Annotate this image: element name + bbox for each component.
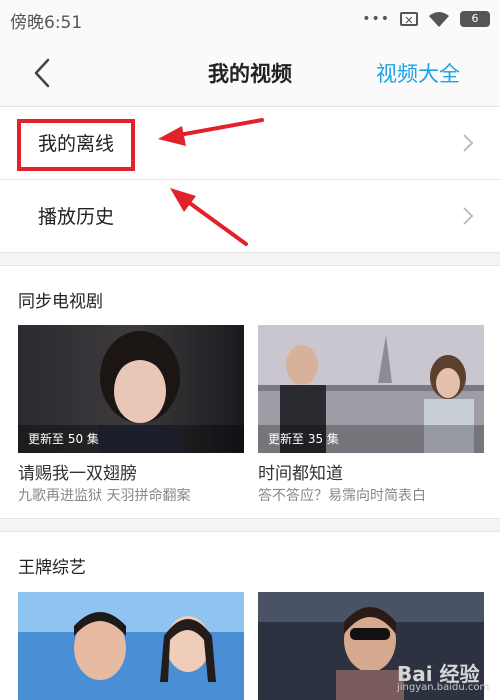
video-thumbnail: 更新至 50 集 <box>18 325 244 453</box>
no-sim-icon: ✕ <box>400 12 418 27</box>
baidu-watermark: Bai 经验 jingyan.baidu.com <box>397 658 492 698</box>
video-subtitle: 答不答应？易霈向时简表白 <box>258 488 426 504</box>
episode-badge: 更新至 35 集 <box>268 432 339 446</box>
status-bar: 傍晚6:51 ••• ✕ 6 <box>0 0 500 40</box>
section-gap <box>0 252 500 266</box>
chevron-right-icon <box>463 207 474 225</box>
episode-badge: 更新至 50 集 <box>28 432 99 446</box>
section-gap <box>0 518 500 532</box>
nav-bar: 我的视频 视频大全 <box>0 40 500 107</box>
wifi-icon <box>429 12 449 27</box>
watermark-url: jingyan.baidu.com <box>397 682 490 693</box>
video-thumbnail: 更新至 35 集 <box>258 325 484 453</box>
video-card[interactable]: 更新至 35 集 时间都知道 答不答应？易霈向时简表白 <box>258 325 484 504</box>
battery-icon: 6 <box>460 11 490 27</box>
status-icons: ••• ✕ 6 <box>362 9 490 29</box>
menu-item-history[interactable]: 播放历史 <box>0 180 500 252</box>
video-card[interactable] <box>18 592 244 700</box>
video-catalog-link[interactable]: 视频大全 <box>376 58 460 88</box>
menu-item-label: 播放历史 <box>38 206 115 228</box>
video-subtitle: 九歌再进监狱 天羽拼命翻案 <box>18 488 191 504</box>
more-dots-icon: ••• <box>362 11 390 27</box>
status-time: 傍晚6:51 <box>10 13 83 33</box>
video-card[interactable]: 更新至 50 集 请赐我一双翅膀 九歌再进监狱 天羽拼命翻案 <box>18 325 244 504</box>
highlight-box <box>17 119 135 171</box>
video-thumbnail <box>18 592 244 700</box>
video-title: 请赐我一双翅膀 <box>18 464 137 484</box>
section-title: 王牌综艺 <box>18 558 86 578</box>
section-title: 同步电视剧 <box>18 292 103 312</box>
video-title: 时间都知道 <box>258 464 343 484</box>
chevron-right-icon <box>463 134 474 152</box>
